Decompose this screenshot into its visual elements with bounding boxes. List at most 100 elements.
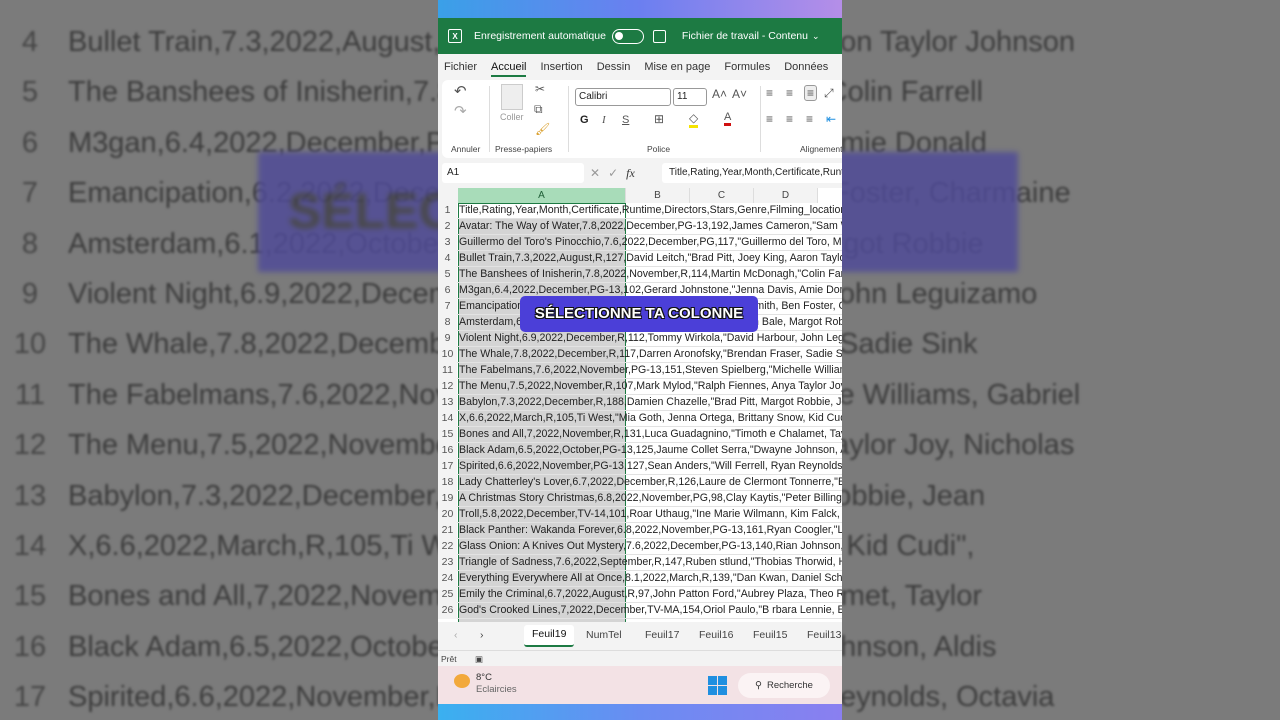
menu-tab-formules[interactable]: Formules: [724, 61, 770, 73]
table-row[interactable]: 23 Triangle of Sadness,7.6,2022,September…: [438, 555, 842, 571]
cell-a[interactable]: The Menu,7.5,2022,November,R,107,Mark My…: [459, 379, 842, 394]
align-right-icon[interactable]: ≡: [806, 112, 813, 126]
cell-a[interactable]: Black Panther: Wakanda Forever,6.8,2022,…: [459, 523, 842, 538]
name-box[interactable]: A1: [442, 163, 584, 183]
copy-icon[interactable]: ⧉: [534, 102, 543, 117]
row-number[interactable]: 18: [438, 475, 457, 491]
row-number[interactable]: 25: [438, 587, 457, 603]
redo-icon[interactable]: ↷: [454, 102, 467, 120]
align-center-icon[interactable]: ≡: [786, 112, 793, 126]
table-row[interactable]: 25 Emily the Criminal,6.7,2022,August,R,9…: [438, 587, 842, 603]
prev-sheet-icon[interactable]: ‹: [454, 629, 458, 641]
fx-icon[interactable]: fx: [626, 166, 635, 181]
row-number[interactable]: 24: [438, 571, 457, 587]
align-top-icon[interactable]: ≡: [766, 86, 773, 100]
fill-color-icon[interactable]: ◇: [689, 111, 699, 128]
menu-tab-accueil[interactable]: Accueil: [491, 61, 527, 77]
align-bottom-icon[interactable]: ≡: [804, 85, 818, 101]
sheet-tab-numtel[interactable]: NumTel: [586, 629, 622, 641]
table-row[interactable]: 19 A Christmas Story Christmas,6.8,2022,N…: [438, 491, 842, 507]
cell-a[interactable]: Troll,5.8,2022,December,TV-14,101,Roar U…: [459, 507, 842, 522]
cell-a[interactable]: Everything Everywhere All at Once,8.1,20…: [459, 571, 842, 586]
cancel-icon[interactable]: ✕: [590, 166, 600, 181]
row-number[interactable]: 5: [438, 267, 457, 283]
row-number[interactable]: 6: [438, 283, 457, 299]
formula-input[interactable]: Title,Rating,Year,Month,Certificate,Runt…: [662, 163, 842, 183]
row-number[interactable]: 3: [438, 235, 457, 251]
decrease-font-icon[interactable]: A˅: [732, 87, 747, 101]
row-number[interactable]: 9: [438, 331, 457, 347]
increase-font-icon[interactable]: A˄: [712, 87, 727, 101]
format-painter-icon[interactable]: 🖌: [535, 122, 550, 136]
row-number[interactable]: 14: [438, 411, 457, 427]
cell-a[interactable]: The Whale,7.8,2022,December,R,117,Darren…: [459, 347, 842, 362]
sheet-tab-feuil17[interactable]: Feuil17: [645, 629, 679, 641]
accessibility-icon[interactable]: ▣: [475, 654, 483, 664]
row-number[interactable]: 21: [438, 523, 457, 539]
column-header-a[interactable]: A: [458, 188, 626, 203]
align-left-icon[interactable]: ≡: [766, 112, 773, 126]
cell-a[interactable]: Glass Onion: A Knives Out Mystery,7.6,20…: [459, 539, 842, 554]
file-name[interactable]: Fichier de travail - Contenu: [682, 30, 808, 42]
table-row[interactable]: 11 The Fabelmans,7.6,2022,November,PG-13,…: [438, 363, 842, 379]
row-number[interactable]: 1: [438, 203, 457, 219]
menu-tab-mise-en-page[interactable]: Mise en page: [644, 61, 710, 73]
orientation-icon[interactable]: ⤢: [824, 86, 834, 101]
confirm-icon[interactable]: ✓: [608, 166, 618, 181]
table-row[interactable]: 17 Spirited,6.6,2022,November,PG-13,127,S…: [438, 459, 842, 475]
weather-temp[interactable]: 8°C: [476, 672, 517, 684]
cell-a[interactable]: A Christmas Story Christmas,6.8,2022,Nov…: [459, 491, 842, 506]
menu-tab-données[interactable]: Données: [784, 61, 828, 73]
cell-a[interactable]: Violent Night,6.9,2022,December,R,112,To…: [459, 331, 842, 346]
table-row[interactable]: 12 The Menu,7.5,2022,November,R,107,Mark …: [438, 379, 842, 395]
table-row[interactable]: 3 Guillermo del Toro's Pinocchio,7.6,2022…: [438, 235, 842, 251]
weather-desc[interactable]: Eclaircies: [476, 684, 517, 696]
row-number[interactable]: 4: [438, 251, 457, 267]
cell-a[interactable]: Lady Chatterley's Lover,6.7,2022,Decembe…: [459, 475, 842, 490]
row-number[interactable]: 23: [438, 555, 457, 571]
cell-a[interactable]: Bones and All,7,2022,November,R,131,Luca…: [459, 427, 842, 442]
table-row[interactable]: 22 Glass Onion: A Knives Out Mystery,7.6,…: [438, 539, 842, 555]
italic-button[interactable]: I: [602, 114, 606, 126]
cell-a[interactable]: The Banshees of Inisherin,7.8,2022,Novem…: [459, 267, 842, 282]
menu-tab-fichier[interactable]: Fichier: [444, 61, 477, 73]
column-header-c[interactable]: C: [690, 188, 754, 203]
font-name-select[interactable]: Calibri: [575, 88, 671, 106]
save-icon[interactable]: [652, 29, 666, 43]
cell-a[interactable]: Bullet Train,7.3,2022,August,R,127,David…: [459, 251, 842, 266]
table-row[interactable]: 9 Violent Night,6.9,2022,December,R,112,T…: [438, 331, 842, 347]
undo-icon[interactable]: ↶: [454, 82, 467, 100]
table-row[interactable]: 10 The Whale,7.8,2022,December,R,117,Darr…: [438, 347, 842, 363]
cell-a[interactable]: The Fabelmans,7.6,2022,November,PG-13,15…: [459, 363, 842, 378]
table-row[interactable]: 2 Avatar: The Way of Water,7.8,2022,Decem…: [438, 219, 842, 235]
chevron-down-icon[interactable]: ⌄: [812, 31, 820, 42]
table-row[interactable]: 13 Babylon,7.3,2022,December,R,188,Damien…: [438, 395, 842, 411]
row-number[interactable]: 10: [438, 347, 457, 363]
paste-icon[interactable]: [501, 84, 523, 110]
sheet-tab-feuil13[interactable]: Feuil13: [807, 629, 841, 641]
cell-a[interactable]: Guillermo del Toro's Pinocchio,7.6,2022,…: [459, 235, 842, 250]
cell-a[interactable]: Triangle of Sadness,7.6,2022,September,R…: [459, 555, 842, 570]
table-row[interactable]: 4 Bullet Train,7.3,2022,August,R,127,Davi…: [438, 251, 842, 267]
table-row[interactable]: 21 Black Panther: Wakanda Forever,6.8,202…: [438, 523, 842, 539]
table-row[interactable]: 1 Title,Rating,Year,Month,Certificate,Run…: [438, 203, 842, 219]
cell-a[interactable]: Emily the Criminal,6.7,2022,August,R,97,…: [459, 587, 842, 602]
bold-button[interactable]: G: [580, 114, 589, 126]
cell-a[interactable]: God's Crooked Lines,7,2022,December,TV-M…: [459, 603, 842, 618]
select-all-corner[interactable]: [438, 188, 458, 203]
row-number[interactable]: 8: [438, 315, 457, 331]
paste-button[interactable]: Coller: [500, 112, 524, 122]
font-color-icon[interactable]: A: [724, 111, 732, 126]
cell-a[interactable]: X,6.6,2022,March,R,105,Ti West,"Mia Goth…: [459, 411, 842, 426]
next-sheet-icon[interactable]: ›: [480, 629, 484, 641]
column-header-d[interactable]: D: [754, 188, 818, 203]
font-size-select[interactable]: 11: [673, 88, 707, 106]
taskbar-search[interactable]: ⚲ Recherche: [738, 673, 830, 698]
row-number[interactable]: 26: [438, 603, 457, 619]
row-number[interactable]: 19: [438, 491, 457, 507]
row-number[interactable]: 20: [438, 507, 457, 523]
table-row[interactable]: 26 God's Crooked Lines,7,2022,December,TV…: [438, 603, 842, 619]
row-number[interactable]: 22: [438, 539, 457, 555]
row-number[interactable]: 2: [438, 219, 457, 235]
cell-a[interactable]: Title,Rating,Year,Month,Certificate,Runt…: [459, 203, 842, 218]
